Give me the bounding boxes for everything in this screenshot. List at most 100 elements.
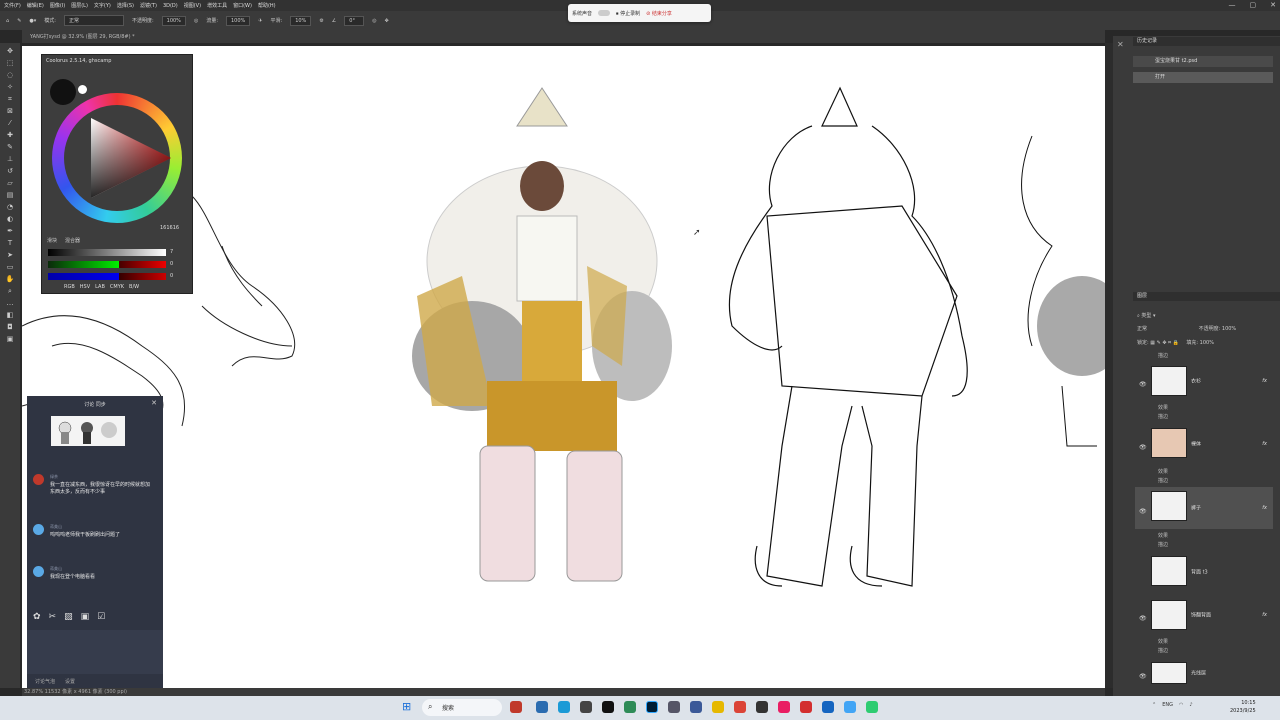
settings-gear-icon[interactable]: ⚙ <box>319 18 323 24</box>
menu-item[interactable]: 帮助(H) <box>258 2 276 9</box>
slider-red[interactable] <box>48 249 166 256</box>
brush-tool-icon[interactable]: ✎ <box>5 143 15 152</box>
type-tool-icon[interactable]: T <box>5 239 15 248</box>
history-snapshot[interactable]: 蛋宝烧果甘 t2.psd <box>1133 56 1273 67</box>
slider-blue[interactable] <box>48 273 166 280</box>
visibility-eye-icon[interactable]: 👁 <box>1139 673 1147 680</box>
maximize-button[interactable]: ▢ <box>1250 1 1257 9</box>
xbox-icon[interactable] <box>624 701 636 713</box>
move-tool-icon[interactable]: ✥ <box>5 47 15 56</box>
fx-icon[interactable]: fx <box>1262 378 1267 384</box>
hex-value[interactable]: 161616 <box>160 225 179 231</box>
mode-rgb[interactable]: RGB <box>64 284 75 290</box>
app-icon-4[interactable] <box>690 701 702 713</box>
eyedropper-icon[interactable]: ⁄ <box>5 119 15 128</box>
airbrush-icon[interactable]: ✈ <box>258 18 262 24</box>
marquee-tool-icon[interactable]: ⬚ <box>5 59 15 68</box>
layer-fill-field[interactable]: 100% <box>1200 340 1214 346</box>
close-icon[interactable]: ✕ <box>151 399 157 407</box>
crop-tool-icon[interactable]: ⌗ <box>5 95 15 104</box>
opacity-field[interactable]: 100% <box>161 15 186 26</box>
menu-item[interactable]: 图像(I) <box>50 2 65 9</box>
layer-row[interactable]: 背面 t3 <box>1135 552 1273 592</box>
end-share-button[interactable]: ⊘ 结束分享 <box>646 10 672 17</box>
menu-item[interactable]: 文字(Y) <box>94 2 111 9</box>
screen-mode-icon[interactable]: ▣ <box>5 335 15 344</box>
visibility-eye-icon[interactable]: 👁 <box>1139 615 1147 622</box>
whiteboard-icon[interactable]: ☑ <box>97 612 105 622</box>
mode-lab[interactable]: LAB <box>95 284 105 290</box>
document-tab[interactable]: YANG打sysd @ 32.9% (图层 29, RGB/8#) * <box>22 30 1105 43</box>
shared-image-thumbnail[interactable] <box>51 416 125 446</box>
brush-preset-picker[interactable]: ●▾ <box>29 18 36 24</box>
pressure-size-icon[interactable]: ◎ <box>372 18 376 24</box>
scissors-icon[interactable]: ✂ <box>49 612 57 622</box>
layer-row[interactable]: 👁 裸体 fx <box>1135 424 1273 464</box>
app-icon-2[interactable] <box>602 701 614 713</box>
hand-tool-icon[interactable]: ✋ <box>5 275 15 284</box>
app-icon-6[interactable] <box>778 701 790 713</box>
history-brush-icon[interactable]: ↺ <box>5 167 15 176</box>
stamp-tool-icon[interactable]: ⊥ <box>5 155 15 164</box>
layer-opacity-field[interactable]: 100% <box>1222 326 1236 332</box>
language-indicator[interactable]: ENG <box>1162 702 1173 708</box>
fx-icon[interactable]: fx <box>1262 441 1267 447</box>
weibo-icon[interactable] <box>800 701 812 713</box>
folder-icon[interactable] <box>712 701 724 713</box>
blur-icon[interactable]: ◔ <box>5 203 15 212</box>
app-icon-9[interactable] <box>866 701 878 713</box>
menu-item[interactable]: 窗口(W) <box>233 2 252 9</box>
bubble-toggle[interactable]: 讨论气泡 <box>35 678 55 685</box>
blend-mode-select[interactable]: 正常 <box>1137 326 1147 332</box>
pressure-opacity-icon[interactable]: ◎ <box>194 18 198 24</box>
store-icon[interactable] <box>536 701 548 713</box>
shape-tool-icon[interactable]: ▭ <box>5 263 15 272</box>
stop-recording-button[interactable]: ⏹ 停止录制 <box>616 10 640 17</box>
menu-item[interactable]: 文件(F) <box>4 2 21 9</box>
layer-row-selected[interactable]: 👁 裤子 fx <box>1135 487 1273 529</box>
layer-filter[interactable]: ⌕ 类型 ▾ <box>1137 312 1273 321</box>
background-swatch[interactable] <box>78 85 87 94</box>
visibility-eye-icon[interactable]: 👁 <box>1139 381 1147 388</box>
app-icon-7[interactable] <box>822 701 834 713</box>
mode-bw[interactable]: B/W <box>129 284 139 290</box>
tab-sliders[interactable]: 滑块 <box>47 237 57 244</box>
layer-row[interactable]: 👁 饰翻背面 fx <box>1135 598 1273 632</box>
saturation-triangle[interactable] <box>76 113 176 203</box>
app-icon-8[interactable] <box>844 701 856 713</box>
settings-link[interactable]: 设置 <box>65 678 75 685</box>
edge-icon[interactable] <box>558 701 570 713</box>
windows-start-icon[interactable]: ⊞ <box>402 701 414 713</box>
minimize-button[interactable]: — <box>1229 1 1236 9</box>
path-select-icon[interactable]: ➤ <box>5 251 15 260</box>
brush-icon[interactable]: ✎ <box>17 18 21 24</box>
screenshot-icon[interactable]: ▣ <box>81 612 90 622</box>
mode-cmyk[interactable]: CMYK <box>110 284 124 290</box>
menu-item[interactable]: 滤镜(T) <box>140 2 157 9</box>
taskbar-clock[interactable]: 10:15 2023/9/25 <box>1230 699 1256 715</box>
wifi-icon[interactable]: ◠ <box>1179 702 1183 708</box>
fx-icon[interactable]: fx <box>1262 505 1267 511</box>
color-swatches-icon[interactable]: ◧ <box>5 311 15 320</box>
chat-tabs[interactable]: 讨论 同步 <box>27 401 163 408</box>
vertical-scrollbar[interactable] <box>1105 43 1113 688</box>
gift-icon[interactable]: ✿ <box>33 612 41 622</box>
panel-collapse-icon[interactable]: ✕ <box>1117 40 1129 52</box>
history-step-open[interactable]: 打开 <box>1133 72 1273 83</box>
quick-select-icon[interactable]: ✧ <box>5 83 15 92</box>
chevron-up-icon[interactable]: ⌃ <box>1152 702 1156 708</box>
menu-item[interactable]: 3D(D) <box>163 3 178 9</box>
tab-mixer[interactable]: 混合器 <box>65 237 80 244</box>
foreground-swatch[interactable] <box>50 79 76 105</box>
lasso-tool-icon[interactable]: ◌ <box>5 71 15 80</box>
lock-icons[interactable]: ▦ ✎ ✥ ⌗ 🔒 <box>1150 340 1179 346</box>
menu-item[interactable]: 选择(S) <box>117 2 134 9</box>
chat-input[interactable] <box>27 630 163 674</box>
visibility-eye-icon[interactable]: 👁 <box>1139 444 1147 451</box>
dodge-icon[interactable]: ◐ <box>5 215 15 224</box>
app-icon-3[interactable] <box>668 701 680 713</box>
menu-item[interactable]: 编辑(E) <box>27 2 44 9</box>
volume-icon[interactable]: ♪ <box>1189 702 1192 708</box>
quick-mask-icon[interactable]: ◘ <box>5 323 15 332</box>
mode-select[interactable]: 正常 <box>63 15 124 26</box>
